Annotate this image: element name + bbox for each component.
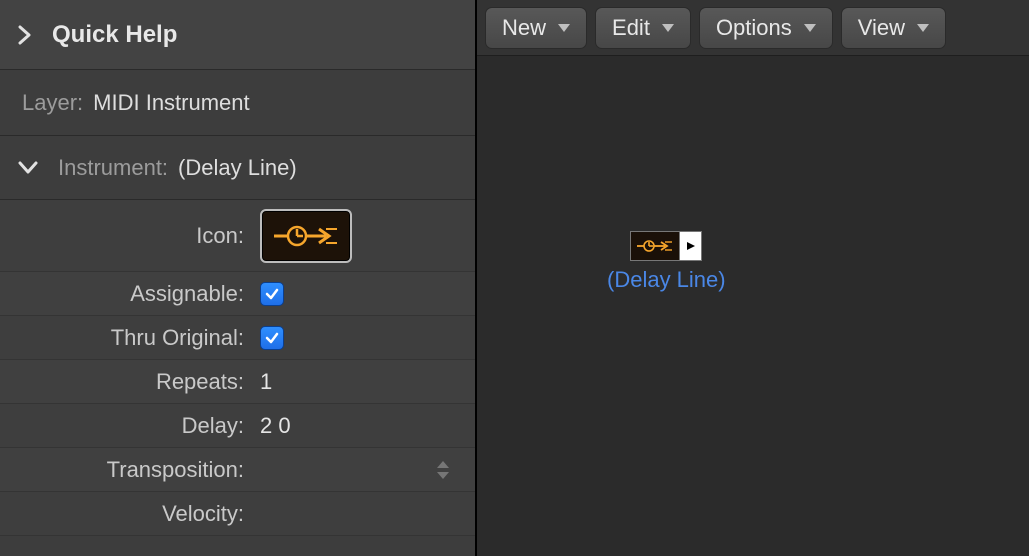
chevron-down-icon [662,24,674,32]
prop-thru-original-label: Thru Original: [0,325,250,351]
prop-velocity-label: Velocity: [0,501,250,527]
layer-row[interactable]: Layer: MIDI Instrument [0,70,475,136]
new-menu-label: New [502,15,546,41]
node-output-port[interactable] [680,231,702,261]
chevron-down-icon [18,161,38,175]
thru-original-checkbox[interactable] [260,326,284,350]
port-triangle-icon [685,240,697,252]
chevron-down-icon [558,24,570,32]
node-header [630,231,702,261]
layer-value: MIDI Instrument [93,90,249,116]
options-menu-label: Options [716,15,792,41]
delay-line-icon [271,220,341,252]
prop-velocity[interactable]: Velocity: [0,492,475,536]
prop-delay-value: 2 0 [260,413,291,439]
options-menu-button[interactable]: Options [699,7,833,49]
prop-transposition-label: Transposition: [0,457,250,483]
environment-canvas[interactable]: (Delay Line) [477,56,1029,556]
chevron-up-icon [437,461,449,468]
delay-line-icon [635,237,675,255]
quick-help-header[interactable]: Quick Help [0,0,475,70]
instrument-value: (Delay Line) [178,155,297,181]
prop-delay-label: Delay: [0,413,250,439]
edit-menu-label: Edit [612,15,650,41]
environment-panel: New Edit Options View [477,0,1029,556]
chevron-down-icon [917,24,929,32]
prop-thru-original: Thru Original: [0,316,475,360]
view-menu-button[interactable]: View [841,7,946,49]
instrument-label: Instrument: [58,155,168,181]
inspector-panel: Quick Help Layer: MIDI Instrument Instru… [0,0,477,556]
prop-transposition[interactable]: Transposition: [0,448,475,492]
prop-icon-label: Icon: [0,223,250,249]
chevron-down-icon [804,24,816,32]
node-label: (Delay Line) [607,267,726,293]
layer-label: Layer: [22,90,83,116]
prop-delay[interactable]: Delay: 2 0 [0,404,475,448]
delay-line-node[interactable]: (Delay Line) [607,231,726,293]
chevron-down-icon [437,472,449,479]
chevron-right-icon [18,25,32,45]
prop-assignable: Assignable: [0,272,475,316]
environment-toolbar: New Edit Options View [477,0,1029,56]
quick-help-title: Quick Help [52,21,177,49]
view-menu-label: View [858,15,905,41]
transposition-stepper[interactable] [437,457,455,483]
edit-menu-button[interactable]: Edit [595,7,691,49]
new-menu-button[interactable]: New [485,7,587,49]
prop-repeats-label: Repeats: [0,369,250,395]
prop-icon: Icon: [0,200,475,272]
property-list: Icon: [0,200,475,536]
prop-repeats[interactable]: Repeats: 1 [0,360,475,404]
assignable-checkbox[interactable] [260,282,284,306]
instrument-row[interactable]: Instrument: (Delay Line) [0,136,475,200]
node-icon [630,231,680,261]
icon-well[interactable] [260,209,352,263]
prop-repeats-value: 1 [260,369,272,395]
prop-assignable-label: Assignable: [0,281,250,307]
app-window: Quick Help Layer: MIDI Instrument Instru… [0,0,1029,556]
